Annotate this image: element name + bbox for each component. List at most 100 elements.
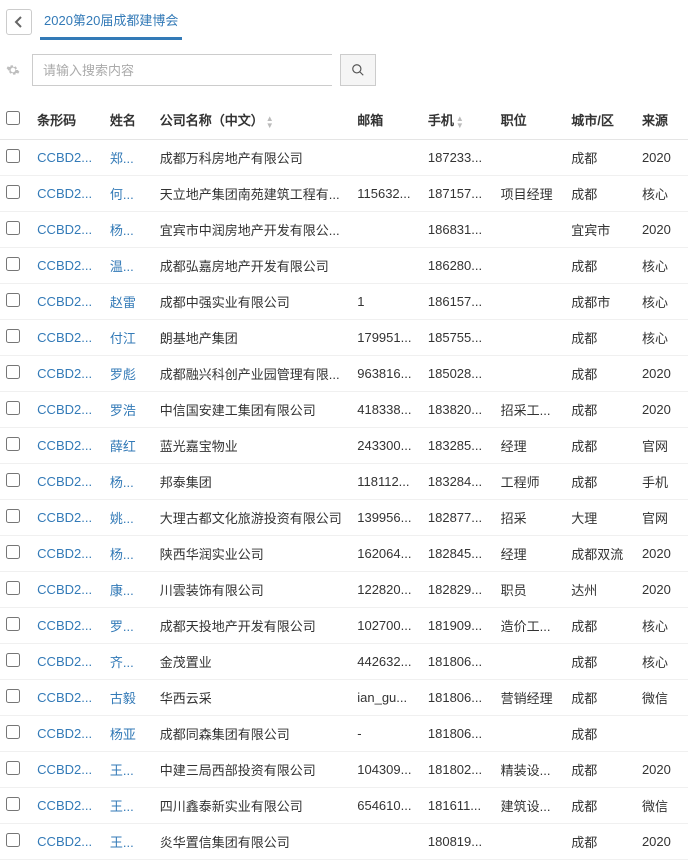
table-row[interactable]: CCBD2...王...中建三局西部投资有限公司104309...181802.… [0, 752, 688, 788]
cell-name[interactable]: 罗浩 [104, 392, 154, 428]
cell-name[interactable]: 何... [104, 176, 154, 212]
settings-icon[interactable] [6, 63, 24, 77]
cell-city: 成都双流 [565, 536, 636, 572]
table-row[interactable]: CCBD2...杨...宜宾市中润房地产开发有限公...186831...宜宾市… [0, 212, 688, 248]
cell-company: 成都万科房地产有限公司 [154, 140, 351, 176]
header-email[interactable]: 邮箱 [351, 100, 422, 140]
table-row[interactable]: CCBD2...齐...金茂置业442632...181806...成都核心 [0, 644, 688, 680]
table-row[interactable]: CCBD2...罗...成都天投地产开发有限公司102700...181909.… [0, 608, 688, 644]
table-row[interactable]: CCBD2...王...四川鑫泰新实业有限公司654610...181611..… [0, 788, 688, 824]
table-row[interactable]: CCBD2...郑...成都万科房地产有限公司187233...成都2020 [0, 140, 688, 176]
cell-name[interactable]: 付江 [104, 320, 154, 356]
search-input[interactable] [32, 54, 332, 86]
table-row[interactable]: CCBD2...罗彪成都融兴科创产业园管理有限...963816...18502… [0, 356, 688, 392]
row-checkbox[interactable] [6, 221, 20, 235]
table-row[interactable]: CCBD2...何...天立地产集团南苑建筑工程有...115632...187… [0, 176, 688, 212]
cell-barcode[interactable]: CCBD2... [31, 572, 104, 608]
row-checkbox[interactable] [6, 617, 20, 631]
row-checkbox[interactable] [6, 653, 20, 667]
row-checkbox[interactable] [6, 761, 20, 775]
cell-name[interactable]: 杨... [104, 536, 154, 572]
cell-barcode[interactable]: CCBD2... [31, 176, 104, 212]
table-row[interactable]: CCBD2...杨亚成都同森集团有限公司-181806...成都 [0, 716, 688, 752]
cell-barcode[interactable]: CCBD2... [31, 464, 104, 500]
cell-barcode[interactable]: CCBD2... [31, 392, 104, 428]
table-row[interactable]: CCBD2...薛红蓝光嘉宝物业243300...183285...经理成都官网 [0, 428, 688, 464]
cell-name[interactable]: 赵雷 [104, 284, 154, 320]
cell-barcode[interactable]: CCBD2... [31, 716, 104, 752]
row-checkbox[interactable] [6, 797, 20, 811]
row-checkbox[interactable] [6, 293, 20, 307]
cell-barcode[interactable]: CCBD2... [31, 356, 104, 392]
cell-phone: 183820... [422, 392, 495, 428]
table-row[interactable]: CCBD2...罗浩中信国安建工集团有限公司418338...183820...… [0, 392, 688, 428]
cell-barcode[interactable]: CCBD2... [31, 824, 104, 860]
cell-name[interactable]: 齐... [104, 644, 154, 680]
row-checkbox[interactable] [6, 689, 20, 703]
header-name[interactable]: 姓名 [104, 100, 154, 140]
row-checkbox[interactable] [6, 401, 20, 415]
cell-barcode[interactable]: CCBD2... [31, 248, 104, 284]
header-position[interactable]: 职位 [495, 100, 566, 140]
table-row[interactable]: CCBD2...王...炎华置信集团有限公司180819...成都2020 [0, 824, 688, 860]
table-header-row: 条形码 姓名 公司名称（中文）▲▼ 邮箱 手机▲▼ 职位 城市/区 来源 [0, 100, 688, 140]
cell-barcode[interactable]: CCBD2... [31, 320, 104, 356]
cell-name[interactable]: 王... [104, 788, 154, 824]
cell-barcode[interactable]: CCBD2... [31, 428, 104, 464]
header-source[interactable]: 来源 [636, 100, 688, 140]
row-checkbox[interactable] [6, 437, 20, 451]
cell-name[interactable]: 杨... [104, 212, 154, 248]
row-checkbox[interactable] [6, 581, 20, 595]
tab-event[interactable]: 2020第20届成都建博会 [40, 4, 182, 40]
header-city[interactable]: 城市/区 [565, 100, 636, 140]
header-phone[interactable]: 手机▲▼ [422, 100, 495, 140]
cell-barcode[interactable]: CCBD2... [31, 284, 104, 320]
cell-barcode[interactable]: CCBD2... [31, 500, 104, 536]
cell-barcode[interactable]: CCBD2... [31, 752, 104, 788]
row-checkbox[interactable] [6, 365, 20, 379]
cell-name[interactable]: 罗彪 [104, 356, 154, 392]
select-all-checkbox[interactable] [6, 111, 20, 125]
cell-name[interactable]: 杨亚 [104, 716, 154, 752]
cell-name[interactable]: 古毅 [104, 680, 154, 716]
table-row[interactable]: CCBD2...付江朗基地产集团179951...185755...成都核心 [0, 320, 688, 356]
cell-barcode[interactable]: CCBD2... [31, 644, 104, 680]
row-checkbox[interactable] [6, 185, 20, 199]
table-row[interactable]: CCBD2...康...川雲装饰有限公司122820...182829...职员… [0, 572, 688, 608]
cell-barcode[interactable]: CCBD2... [31, 788, 104, 824]
cell-name[interactable]: 郑... [104, 140, 154, 176]
row-checkbox[interactable] [6, 473, 20, 487]
header-barcode[interactable]: 条形码 [31, 100, 104, 140]
table-row[interactable]: CCBD2...姚...大理古都文化旅游投资有限公司139956...18287… [0, 500, 688, 536]
row-checkbox[interactable] [6, 257, 20, 271]
row-checkbox[interactable] [6, 509, 20, 523]
cell-barcode[interactable]: CCBD2... [31, 536, 104, 572]
cell-name[interactable]: 薛红 [104, 428, 154, 464]
cell-name[interactable]: 王... [104, 824, 154, 860]
cell-name[interactable]: 王... [104, 752, 154, 788]
cell-name[interactable]: 康... [104, 572, 154, 608]
row-checkbox[interactable] [6, 545, 20, 559]
table-row[interactable]: CCBD2...古毅华西云采ian_gu...181806...营销经理成都微信 [0, 680, 688, 716]
table-row[interactable]: CCBD2...赵雷成都中强实业有限公司1186157...成都市核心 [0, 284, 688, 320]
cell-name[interactable]: 温... [104, 248, 154, 284]
row-checkbox[interactable] [6, 329, 20, 343]
cell-name[interactable]: 姚... [104, 500, 154, 536]
cell-barcode[interactable]: CCBD2... [31, 680, 104, 716]
back-button[interactable] [6, 9, 32, 35]
table-row[interactable]: CCBD2...杨...邦泰集团118112...183284...工程师成都手… [0, 464, 688, 500]
cell-name[interactable]: 杨... [104, 464, 154, 500]
cell-email: 963816... [351, 356, 422, 392]
row-checkbox[interactable] [6, 833, 20, 847]
search-button[interactable] [340, 54, 376, 86]
cell-barcode[interactable]: CCBD2... [31, 212, 104, 248]
cell-barcode[interactable]: CCBD2... [31, 140, 104, 176]
table-row[interactable]: CCBD2...温...成都弘嘉房地产开发有限公司186280...成都核心 [0, 248, 688, 284]
cell-barcode[interactable]: CCBD2... [31, 608, 104, 644]
row-checkbox[interactable] [6, 149, 20, 163]
row-checkbox[interactable] [6, 725, 20, 739]
cell-name[interactable]: 罗... [104, 608, 154, 644]
cell-phone: 187157... [422, 176, 495, 212]
header-company[interactable]: 公司名称（中文）▲▼ [154, 100, 351, 140]
table-row[interactable]: CCBD2...杨...陕西华润实业公司162064...182845...经理… [0, 536, 688, 572]
